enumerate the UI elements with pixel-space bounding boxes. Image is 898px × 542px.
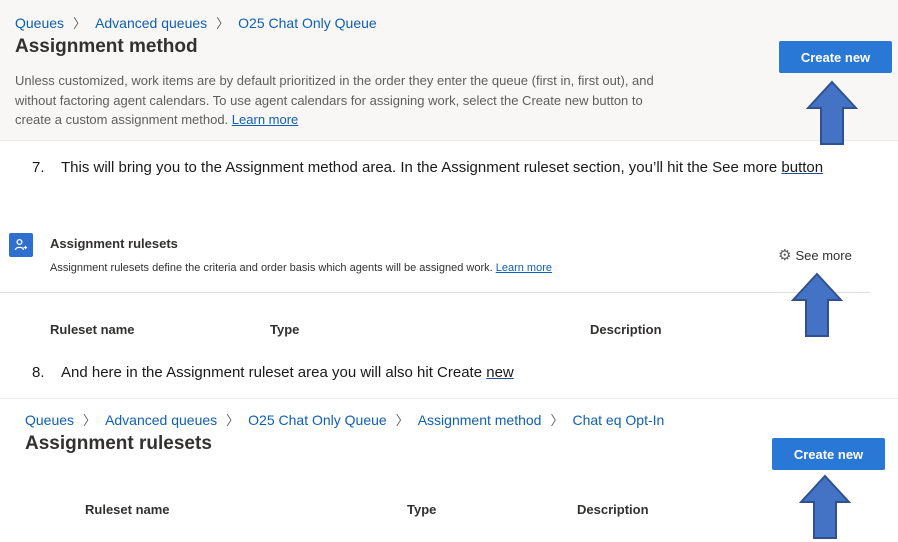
breadcrumb: Queues 〉 Advanced queues 〉 O25 Chat Only… [15,13,377,32]
chevron-right-icon: 〉 [395,413,409,428]
create-new-button[interactable]: Create new [779,41,892,73]
page-title: Assignment method [15,36,198,57]
chevron-right-icon: 〉 [216,16,230,31]
page-title: Assignment rulesets [25,433,212,454]
step-number: 7. [32,159,45,176]
section-description-text: Assignment rulesets define the criteria … [50,262,493,274]
step-8-text: And here in the Assignment ruleset area … [61,360,514,385]
step-8-underlined: new [486,364,514,381]
page-description: Unless customized, work items are by def… [15,71,670,130]
step-7-underlined: button [781,159,824,176]
up-arrow-annotation [799,474,851,540]
see-more-label: See more [795,247,852,263]
learn-more-link[interactable]: Learn more [496,262,552,274]
chevron-right-icon: 〉 [226,413,240,428]
breadcrumb-item-queues[interactable]: Queues [25,412,74,428]
chevron-right-icon: 〉 [73,16,87,31]
see-more-button[interactable]: ⚙ See more [778,246,852,264]
step-number: 8. [32,364,45,381]
breadcrumb-item-method[interactable]: Chat eq Opt-In [572,412,664,428]
column-header-description[interactable]: Description [577,502,649,517]
divider [0,292,870,293]
step-7-body: This will bring you to the Assignment me… [61,159,778,176]
section-title: Assignment rulesets [50,236,178,251]
breadcrumb-item-queue[interactable]: O25 Chat Only Queue [248,412,387,428]
breadcrumb-item-assignment-method[interactable]: Assignment method [418,412,542,428]
breadcrumb-item-advanced-queues[interactable]: Advanced queues [95,15,207,31]
breadcrumb-item-queue[interactable]: O25 Chat Only Queue [238,15,377,31]
breadcrumb-item-queues[interactable]: Queues [15,15,64,31]
chevron-right-icon: 〉 [550,413,564,428]
step-8-body: And here in the Assignment ruleset area … [61,364,483,381]
column-header-ruleset-name[interactable]: Ruleset name [50,322,135,337]
column-header-description[interactable]: Description [590,322,662,337]
gear-icon: ⚙ [778,247,792,264]
section-description: Assignment rulesets define the criteria … [50,262,552,274]
learn-more-link[interactable]: Learn more [232,112,298,127]
description-text: Unless customized, work items are by def… [15,73,654,127]
create-new-button[interactable]: Create new [772,438,885,470]
chevron-right-icon: 〉 [83,413,97,428]
up-arrow-annotation [806,80,858,146]
column-header-type[interactable]: Type [270,322,299,337]
up-arrow-annotation [791,272,843,338]
breadcrumb-item-advanced-queues[interactable]: Advanced queues [105,412,217,428]
ruleset-person-icon [9,233,33,257]
breadcrumb: Queues 〉 Advanced queues 〉 O25 Chat Only… [25,410,664,429]
column-header-ruleset-name[interactable]: Ruleset name [85,502,170,517]
column-header-type[interactable]: Type [407,502,436,517]
divider [0,398,898,399]
step-7-text: This will bring you to the Assignment me… [61,155,881,180]
